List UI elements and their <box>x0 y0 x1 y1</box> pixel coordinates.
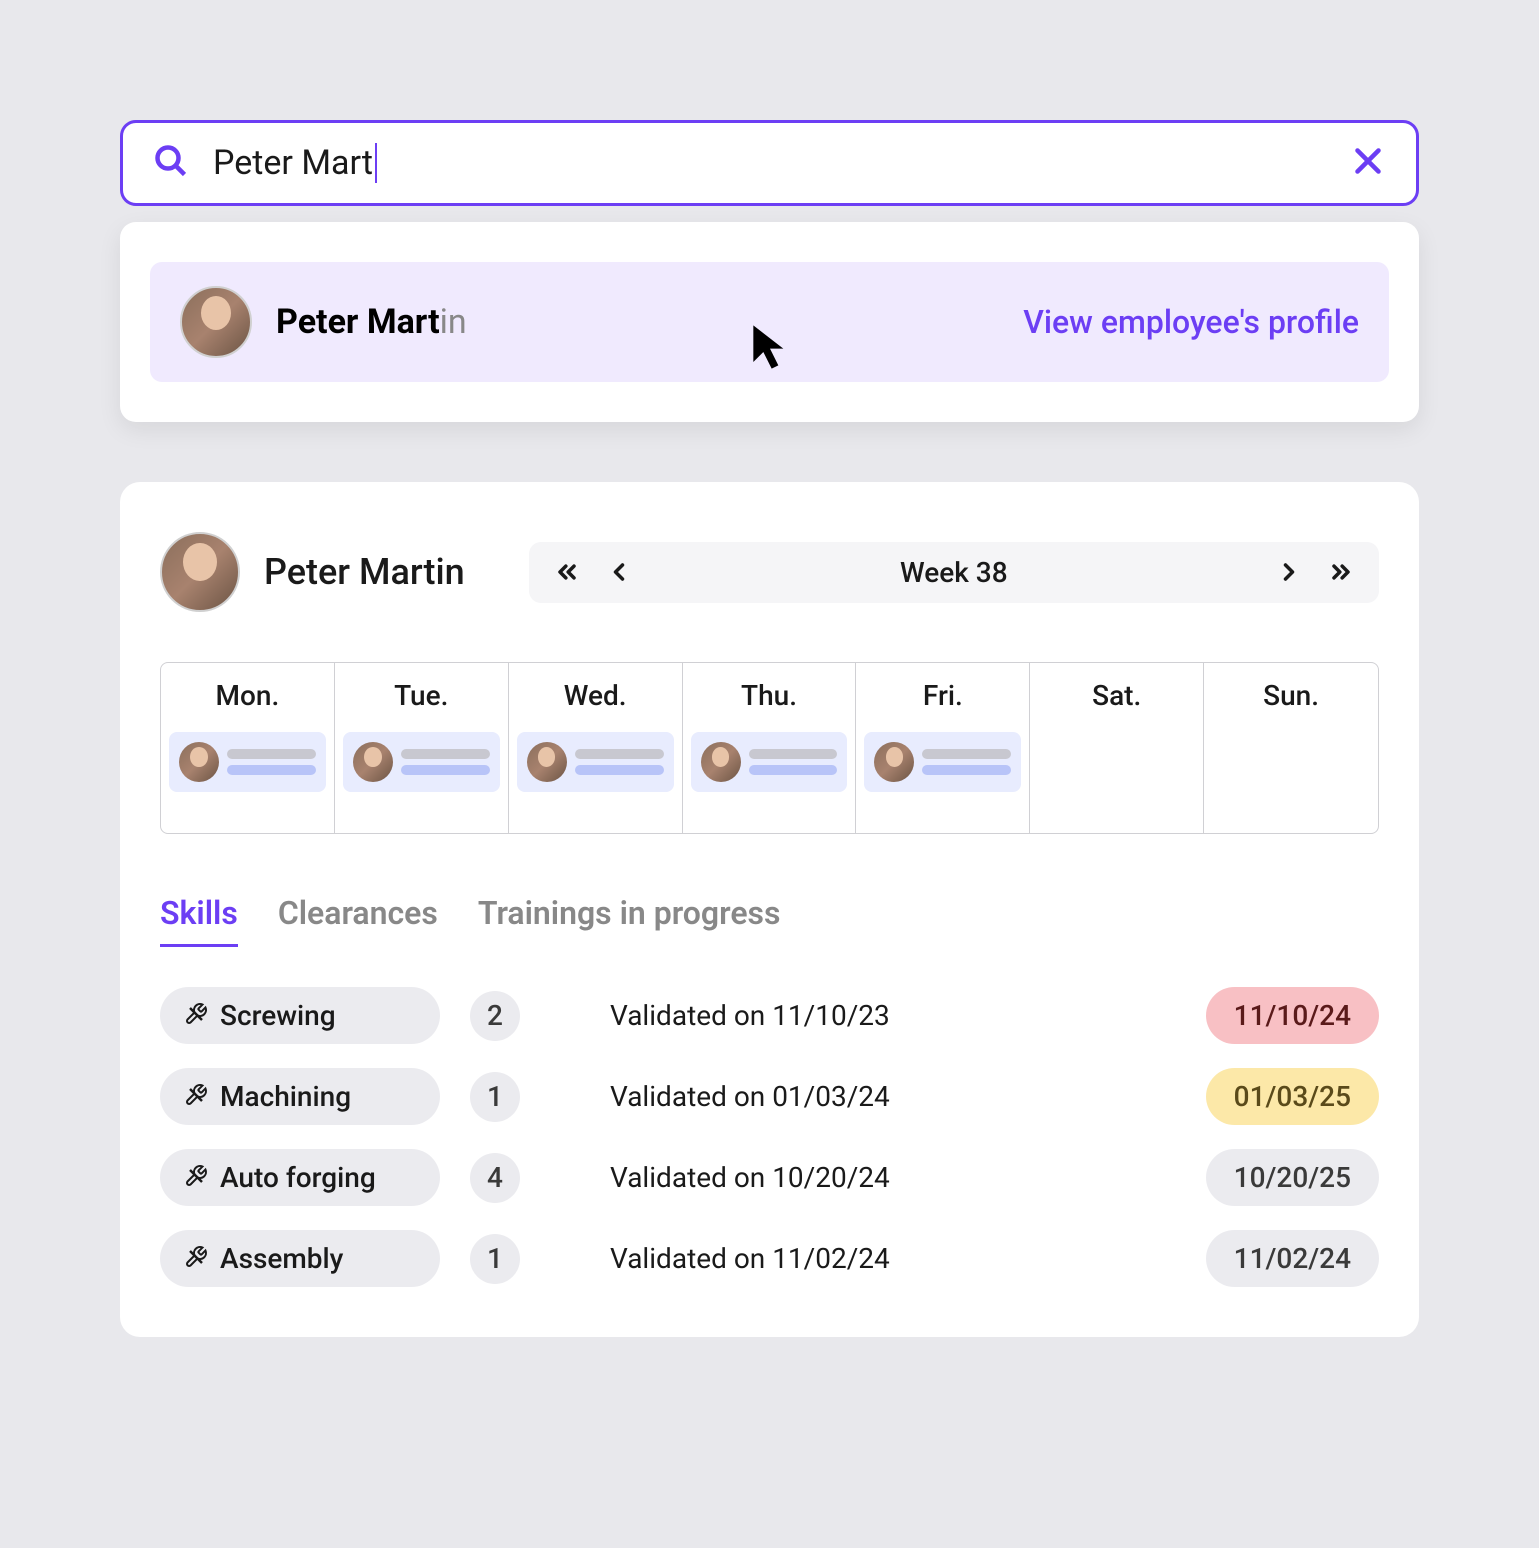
avatar <box>874 742 914 782</box>
tools-icon <box>184 1164 208 1192</box>
employee-profile-card: Peter Martin Week 38 <box>120 482 1419 1337</box>
event-placeholder <box>749 749 838 775</box>
skill-row: Machining 1 Validated on 01/03/24 01/03/25 <box>160 1068 1379 1125</box>
skill-expiry-badge: 10/20/25 <box>1206 1149 1379 1206</box>
day-cell[interactable]: Sun. <box>1204 663 1378 833</box>
avatar <box>353 742 393 782</box>
clear-search-button[interactable] <box>1350 143 1386 183</box>
skill-expiry-badge: 11/02/24 <box>1206 1230 1379 1287</box>
event-placeholder <box>227 749 316 775</box>
mouse-cursor-icon <box>750 322 790 372</box>
tools-icon <box>184 1083 208 1111</box>
profile-name: Peter Martin <box>264 551 465 593</box>
skill-name: Machining <box>220 1080 351 1113</box>
skill-badge[interactable]: Auto forging <box>160 1149 440 1206</box>
search-icon <box>153 143 189 183</box>
day-label: Fri. <box>864 679 1021 712</box>
day-cell[interactable]: Thu. <box>683 663 857 833</box>
day-label: Thu. <box>691 679 848 712</box>
day-cell[interactable]: Mon. <box>161 663 335 833</box>
tab-trainings[interactable]: Trainings in progress <box>478 894 781 947</box>
day-event[interactable] <box>864 732 1021 792</box>
day-event[interactable] <box>691 732 848 792</box>
avatar <box>701 742 741 782</box>
skill-badge[interactable]: Screwing <box>160 987 440 1044</box>
day-label: Sat. <box>1038 679 1195 712</box>
day-label: Mon. <box>169 679 326 712</box>
day-label: Sun. <box>1212 679 1370 712</box>
day-event[interactable] <box>517 732 674 792</box>
day-cell[interactable]: Tue. <box>335 663 509 833</box>
avatar <box>180 286 252 358</box>
skill-expiry-badge: 01/03/25 <box>1206 1068 1379 1125</box>
skill-badge[interactable]: Machining <box>160 1068 440 1125</box>
avatar <box>527 742 567 782</box>
event-placeholder <box>922 749 1011 775</box>
tab-skills[interactable]: Skills <box>160 894 238 947</box>
suggestion-left: Peter Martin <box>180 286 467 358</box>
skills-list: Screwing 2 Validated on 11/10/23 11/10/24 Ma… <box>160 987 1379 1287</box>
skill-count: 2 <box>470 991 520 1041</box>
day-cell[interactable]: Sat. <box>1030 663 1204 833</box>
skill-count: 1 <box>470 1234 520 1284</box>
day-cell[interactable]: Wed. <box>509 663 683 833</box>
skill-validated-date: Validated on 11/02/24 <box>610 1242 1176 1275</box>
search-suggestions: Peter Martin View employee's profile <box>120 222 1419 422</box>
skill-row: Auto forging 4 Validated on 10/20/24 10/20/… <box>160 1149 1379 1206</box>
week-navigator: Week 38 <box>529 542 1379 603</box>
skill-count: 4 <box>470 1153 520 1203</box>
skill-validated-date: Validated on 10/20/24 <box>610 1161 1176 1194</box>
avatar <box>179 742 219 782</box>
view-profile-link[interactable]: View employee's profile <box>1023 303 1359 341</box>
prev-fast-button[interactable] <box>553 558 581 586</box>
prev-button[interactable] <box>605 558 633 586</box>
text-cursor <box>375 143 377 183</box>
tools-icon <box>184 1245 208 1273</box>
day-cell[interactable]: Fri. <box>856 663 1030 833</box>
search-input[interactable]: Peter Mart <box>213 143 1326 183</box>
skill-badge[interactable]: Assembly <box>160 1230 440 1287</box>
day-label: Wed. <box>517 679 674 712</box>
skill-row: Screwing 2 Validated on 11/10/23 11/10/24 <box>160 987 1379 1044</box>
skill-name: Assembly <box>220 1242 343 1275</box>
skill-name: Screwing <box>220 999 336 1032</box>
search-bar[interactable]: Peter Mart <box>120 120 1419 206</box>
skill-row: Assembly 1 Validated on 11/02/24 11/02/24 <box>160 1230 1379 1287</box>
next-fast-button[interactable] <box>1327 558 1355 586</box>
day-event[interactable] <box>343 732 500 792</box>
next-button[interactable] <box>1275 558 1303 586</box>
suggestion-rest: in <box>440 302 467 342</box>
search-input-value: Peter Mart <box>213 143 373 183</box>
tab-clearances[interactable]: Clearances <box>278 894 438 947</box>
tools-icon <box>184 1002 208 1030</box>
week-label: Week 38 <box>657 556 1251 589</box>
suggestion-match: Peter Mart <box>276 302 440 342</box>
day-label: Tue. <box>343 679 500 712</box>
tabs: Skills Clearances Trainings in progress <box>160 894 1379 947</box>
event-placeholder <box>401 749 490 775</box>
skill-validated-date: Validated on 11/10/23 <box>610 999 1176 1032</box>
day-event[interactable] <box>169 732 326 792</box>
skill-expiry-badge: 11/10/24 <box>1206 987 1379 1044</box>
week-calendar: Mon. Tue. Wed. Thu. Fri. Sat. Sun. <box>160 662 1379 834</box>
event-placeholder <box>575 749 664 775</box>
skill-validated-date: Validated on 01/03/24 <box>610 1080 1176 1113</box>
skill-count: 1 <box>470 1072 520 1122</box>
profile-header: Peter Martin Week 38 <box>160 532 1379 612</box>
skill-name: Auto forging <box>220 1161 376 1194</box>
avatar <box>160 532 240 612</box>
suggestion-name: Peter Martin <box>276 302 467 342</box>
